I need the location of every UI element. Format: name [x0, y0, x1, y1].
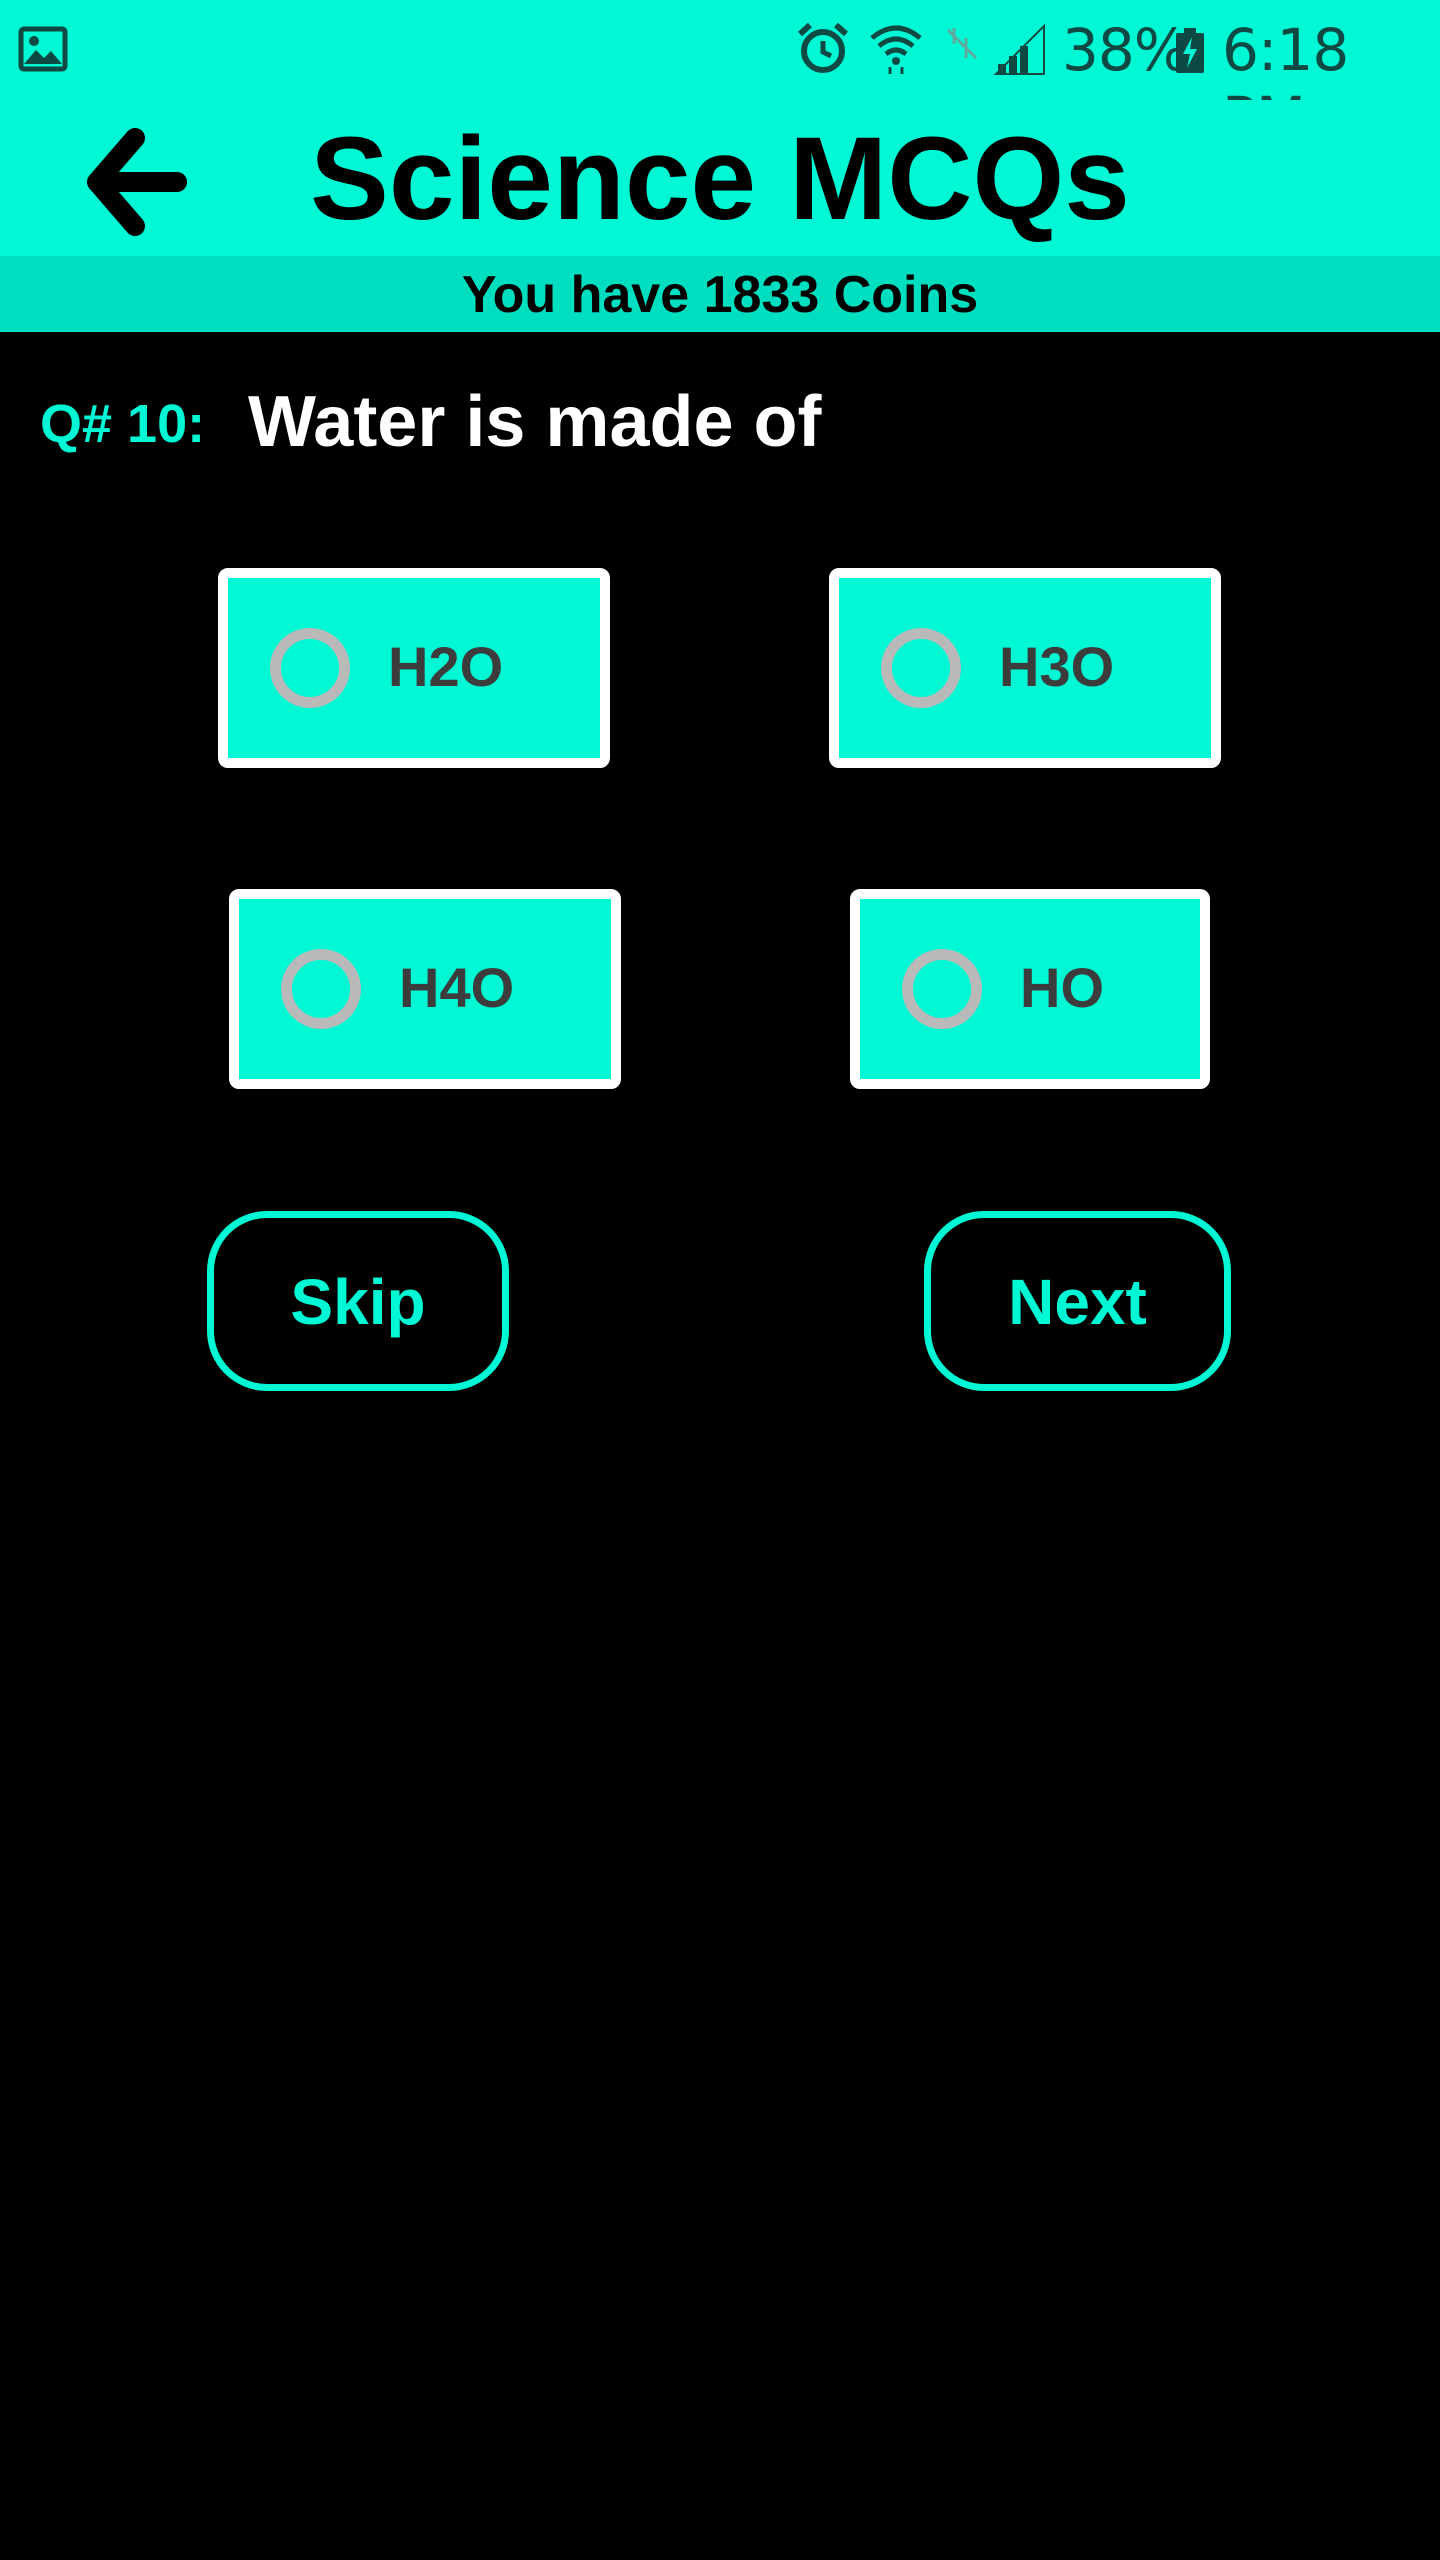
back-button[interactable]	[70, 122, 200, 242]
radio-button[interactable]	[902, 949, 982, 1029]
cell-signal-icon	[993, 23, 1046, 81]
option-label: HO	[1020, 956, 1104, 1019]
next-button[interactable]: Next	[924, 1211, 1231, 1391]
radio-button[interactable]	[281, 949, 361, 1029]
option-label: H3O	[999, 635, 1115, 698]
option-a[interactable]: H2O	[218, 568, 610, 768]
alarm-icon	[796, 22, 850, 81]
radio-button[interactable]	[881, 628, 961, 708]
option-label: H2O	[388, 635, 504, 698]
battery-charging-icon	[1174, 28, 1206, 79]
question-row: Q# 10: Water is made of	[40, 378, 1400, 468]
question-number: Q# 10:	[40, 394, 206, 454]
arrow-left-icon	[87, 128, 187, 236]
option-c[interactable]: H4O	[229, 889, 621, 1089]
wifi-icon	[870, 22, 922, 81]
gallery-icon	[18, 26, 68, 77]
option-label: H4O	[399, 956, 515, 1019]
skip-button[interactable]: Skip	[207, 1211, 509, 1391]
no-signal-icon	[942, 24, 982, 69]
page-title: Science MCQs	[310, 113, 1130, 245]
option-b[interactable]: H3O	[829, 568, 1221, 768]
coins-bar: You have 1833 Coins	[0, 256, 1440, 332]
radio-button[interactable]	[270, 628, 350, 708]
app-bar: Science MCQs	[0, 100, 1440, 256]
status-bar: 38% 6:18 PM	[0, 0, 1440, 152]
option-d[interactable]: HO	[850, 889, 1210, 1089]
coins-balance: You have 1833 Coins	[461, 266, 979, 324]
question-text: Water is made of	[248, 382, 822, 462]
battery-percent: 38%	[1062, 16, 1189, 84]
